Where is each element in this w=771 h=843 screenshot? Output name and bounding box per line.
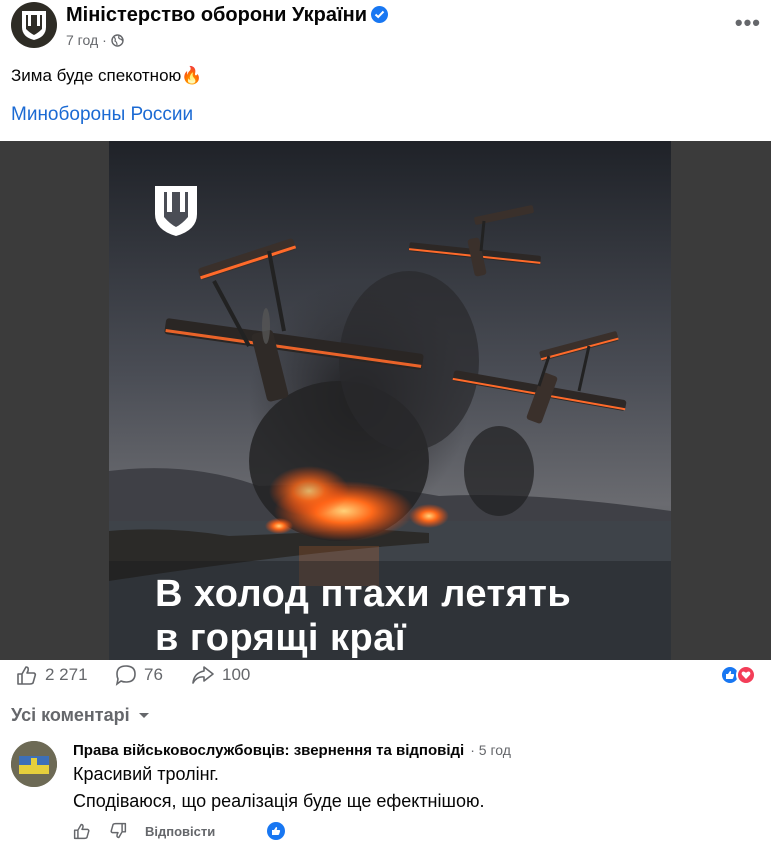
share-count[interactable]: 100 xyxy=(191,664,250,686)
meta-separator: · xyxy=(102,32,107,48)
comment-count-text: 76 xyxy=(144,665,163,684)
ukrainian-flag-avatar-icon xyxy=(11,741,57,787)
comment-bubble-icon xyxy=(115,665,136,686)
comment-separator: · xyxy=(470,742,475,758)
reply-button[interactable]: Відповісти xyxy=(145,824,215,839)
post-image[interactable]: В холод птахи летять в горящі краї xyxy=(109,141,671,660)
share-count-text: 100 xyxy=(222,665,251,684)
verified-badge-icon xyxy=(371,6,389,23)
comments-filter-dropdown[interactable]: Усі коментарі xyxy=(11,705,150,726)
post-time[interactable]: 7 год xyxy=(66,32,98,48)
trident-icon xyxy=(22,11,46,40)
page-name[interactable]: Міністерство оборони України xyxy=(66,4,389,27)
comment-text-line2: Сподіваюся, що реалізація буде ще ефектн… xyxy=(73,791,485,811)
post-text: Зима буде спекотною🔥 xyxy=(11,66,203,85)
comment-count[interactable]: 76 xyxy=(115,664,163,686)
post-media[interactable]: В холод птахи летять в горящі краї xyxy=(0,141,771,660)
reaction-icons[interactable] xyxy=(720,665,756,685)
comment-like-icon[interactable] xyxy=(73,822,91,840)
like-count[interactable]: 2 271 xyxy=(16,664,88,686)
globe-icon xyxy=(111,33,124,47)
thumbs-up-icon xyxy=(17,666,37,685)
post-link[interactable]: Минобороны России xyxy=(11,104,193,126)
love-reaction-icon xyxy=(736,665,756,685)
share-arrow-icon xyxy=(192,666,214,684)
comment-time[interactable]: 5 год xyxy=(479,742,511,758)
image-caption-line1: В холод птахи летять xyxy=(155,573,572,615)
comment-actions: Відповісти xyxy=(73,822,286,840)
post-meta: 7 год · xyxy=(66,32,124,48)
comment-author[interactable]: Права військовослужбовців: звернення та … xyxy=(73,742,511,759)
post-stats: 2 271 76 100 xyxy=(16,662,756,690)
more-options-icon[interactable]: ••• xyxy=(735,10,761,36)
comments-filter-label: Усі коментарі xyxy=(11,705,130,725)
ministry-trident-logo xyxy=(155,186,197,236)
image-caption-line2: в горящі краї xyxy=(155,617,407,659)
fire-emoji: 🔥 xyxy=(181,66,203,85)
comment-dislike-icon[interactable] xyxy=(109,822,127,840)
comment-text-line1: Красивий тролінг. xyxy=(73,764,219,784)
comment-like-reaction-icon[interactable] xyxy=(267,822,286,840)
chevron-down-icon xyxy=(138,712,149,718)
commenter-avatar[interactable] xyxy=(11,741,57,787)
like-count-text: 2 271 xyxy=(45,665,88,684)
page-avatar[interactable] xyxy=(11,2,57,48)
post-header: Міністерство оборони України 7 год · ••• xyxy=(11,2,761,54)
